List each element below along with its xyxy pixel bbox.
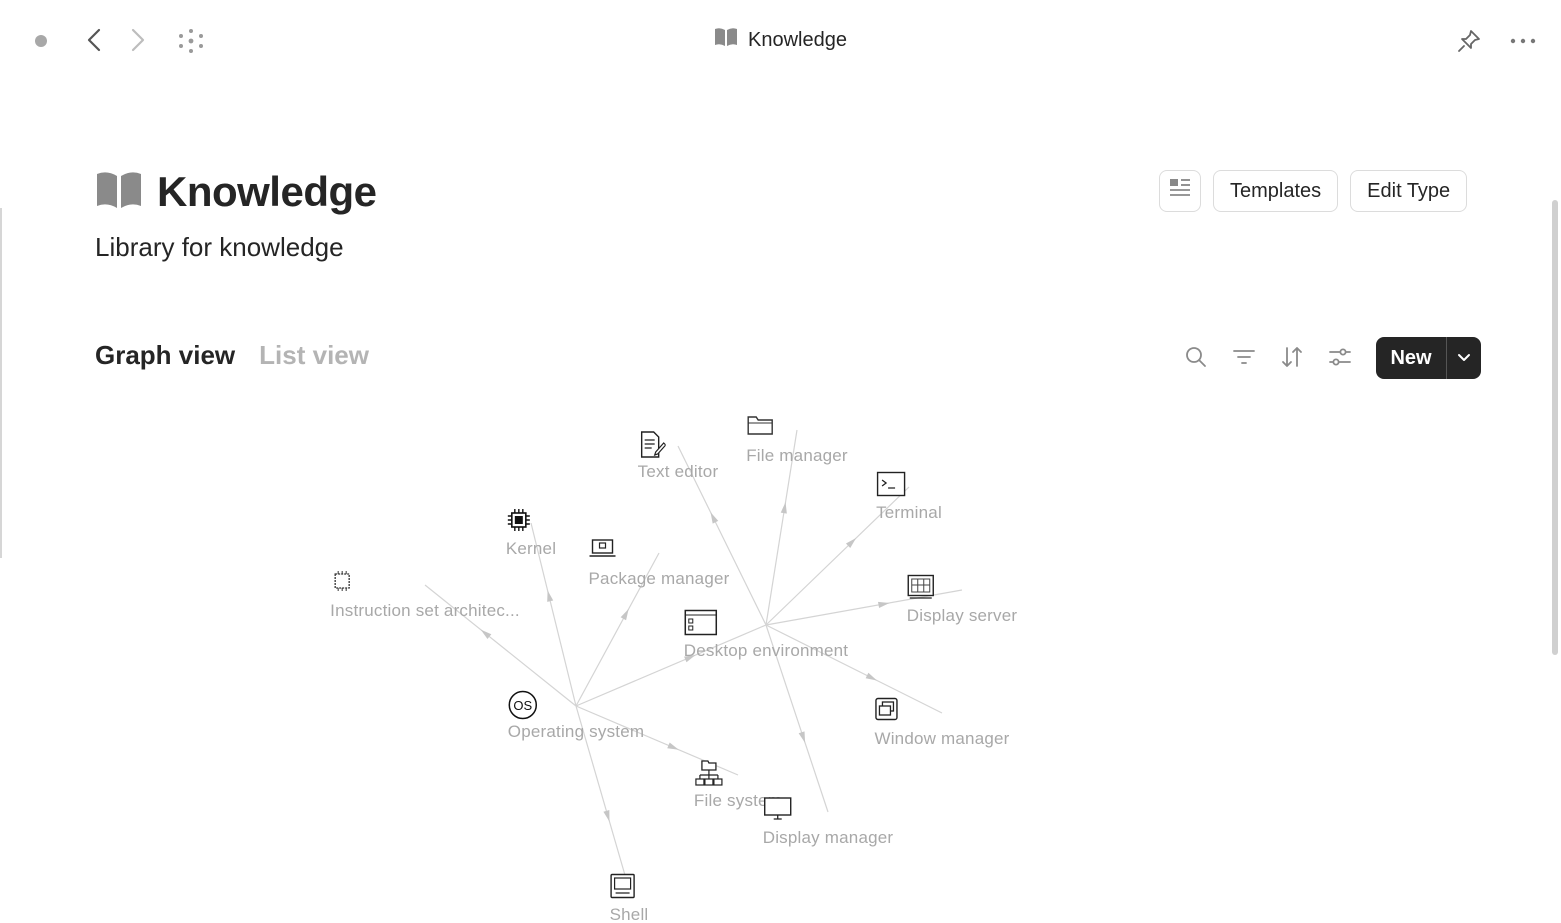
graph-edge-arrow bbox=[798, 731, 806, 743]
filter-icon[interactable] bbox=[1226, 337, 1262, 377]
layout-list-icon bbox=[1169, 177, 1191, 205]
layout-button[interactable] bbox=[1159, 170, 1201, 212]
graph-node-label: Display manager bbox=[762, 828, 894, 847]
templates-button[interactable]: Templates bbox=[1213, 170, 1339, 212]
book-open-icon bbox=[95, 170, 143, 215]
document-edit-icon bbox=[640, 430, 692, 458]
graph-node-label: Shell bbox=[609, 905, 649, 923]
edit-type-button[interactable]: Edit Type bbox=[1350, 170, 1468, 212]
monitor-icon bbox=[764, 796, 842, 824]
graph-node-dserver[interactable]: Display server bbox=[907, 574, 1018, 626]
graph-node-label: Text editor bbox=[637, 462, 719, 481]
shell-monitor-icon bbox=[610, 873, 643, 901]
view-tabs: Graph view List view bbox=[95, 340, 369, 371]
graph-edge-arrow bbox=[780, 502, 787, 514]
windows-stack-icon bbox=[875, 697, 956, 725]
graph-node-os[interactable]: OS Operating system bbox=[508, 690, 644, 742]
display-grid-icon bbox=[907, 574, 976, 602]
graph-node-label: Operating system bbox=[507, 722, 645, 741]
graph-node-label: Desktop environment bbox=[683, 641, 849, 660]
window-icon bbox=[684, 609, 780, 637]
svg-text:OS: OS bbox=[513, 698, 532, 713]
search-icon[interactable] bbox=[1178, 337, 1214, 377]
page-title: Knowledge bbox=[157, 168, 377, 215]
cpu-outline-icon bbox=[334, 569, 439, 597]
folder-tree-icon bbox=[695, 759, 752, 787]
graph-node-pkg[interactable]: Package manager bbox=[589, 537, 730, 589]
os-circle-icon: OS bbox=[508, 690, 590, 720]
more-horizontal-icon[interactable] bbox=[1508, 26, 1538, 56]
graph-edge-arrow bbox=[547, 590, 554, 602]
graph-node-shell[interactable]: Shell bbox=[610, 873, 649, 923]
new-button-label[interactable]: New bbox=[1376, 337, 1447, 379]
window-title: Knowledge bbox=[0, 27, 1561, 53]
tab-list-view[interactable]: List view bbox=[259, 340, 369, 371]
graph-node-label: Terminal bbox=[876, 503, 942, 522]
header-actions: Templates Edit Type bbox=[1159, 170, 1468, 212]
graph-node-label: Package manager bbox=[588, 569, 730, 588]
graph-edge-arrow bbox=[603, 810, 610, 822]
sort-icon[interactable] bbox=[1274, 337, 1310, 377]
graph-edge-arrow bbox=[865, 672, 877, 681]
graph-node-label: Kernel bbox=[505, 539, 557, 558]
knowledge-graph[interactable]: OS Operating system Kernel Instruction set … bbox=[0, 400, 1561, 923]
terminal-icon bbox=[876, 471, 923, 499]
graph-node-wm[interactable]: Window manager bbox=[874, 697, 1009, 749]
chevron-down-icon[interactable] bbox=[1447, 337, 1481, 379]
chip-icon bbox=[507, 507, 545, 535]
laptop-icon bbox=[589, 537, 673, 565]
page-header: Knowledge Library for knowledge bbox=[95, 168, 377, 263]
graph-node-dm[interactable]: Display manager bbox=[763, 796, 894, 848]
window-title-text: Knowledge bbox=[748, 28, 847, 51]
book-open-icon bbox=[714, 27, 738, 53]
graph-node-isa[interactable]: Instruction set architec... bbox=[330, 569, 520, 621]
folder-icon bbox=[747, 414, 811, 442]
tab-graph-view[interactable]: Graph view bbox=[95, 340, 235, 371]
graph-node-label: Instruction set architec... bbox=[330, 601, 520, 620]
new-button[interactable]: New bbox=[1376, 337, 1481, 379]
top-bar: Knowledge bbox=[0, 0, 1561, 80]
graph-edge-arrow bbox=[710, 512, 719, 524]
settings-sliders-icon[interactable] bbox=[1322, 337, 1358, 377]
graph-edge-arrow bbox=[667, 742, 679, 750]
graph-edge-arrow bbox=[620, 608, 629, 621]
graph-node-de[interactable]: Desktop environment bbox=[684, 609, 848, 661]
graph-node-label: Window manager bbox=[874, 729, 1010, 748]
graph-node-text[interactable]: Text editor bbox=[638, 430, 719, 482]
page-subtitle: Library for knowledge bbox=[95, 232, 344, 262]
graph-node-file[interactable]: File manager bbox=[746, 414, 848, 466]
graph-node-label: Display server bbox=[906, 606, 1018, 625]
view-toolbar bbox=[1178, 337, 1370, 377]
graph-node-label: File manager bbox=[746, 446, 848, 465]
graph-node-term[interactable]: Terminal bbox=[876, 471, 942, 523]
pin-icon[interactable] bbox=[1454, 26, 1484, 56]
graph-node-kernel[interactable]: Kernel bbox=[506, 507, 556, 559]
